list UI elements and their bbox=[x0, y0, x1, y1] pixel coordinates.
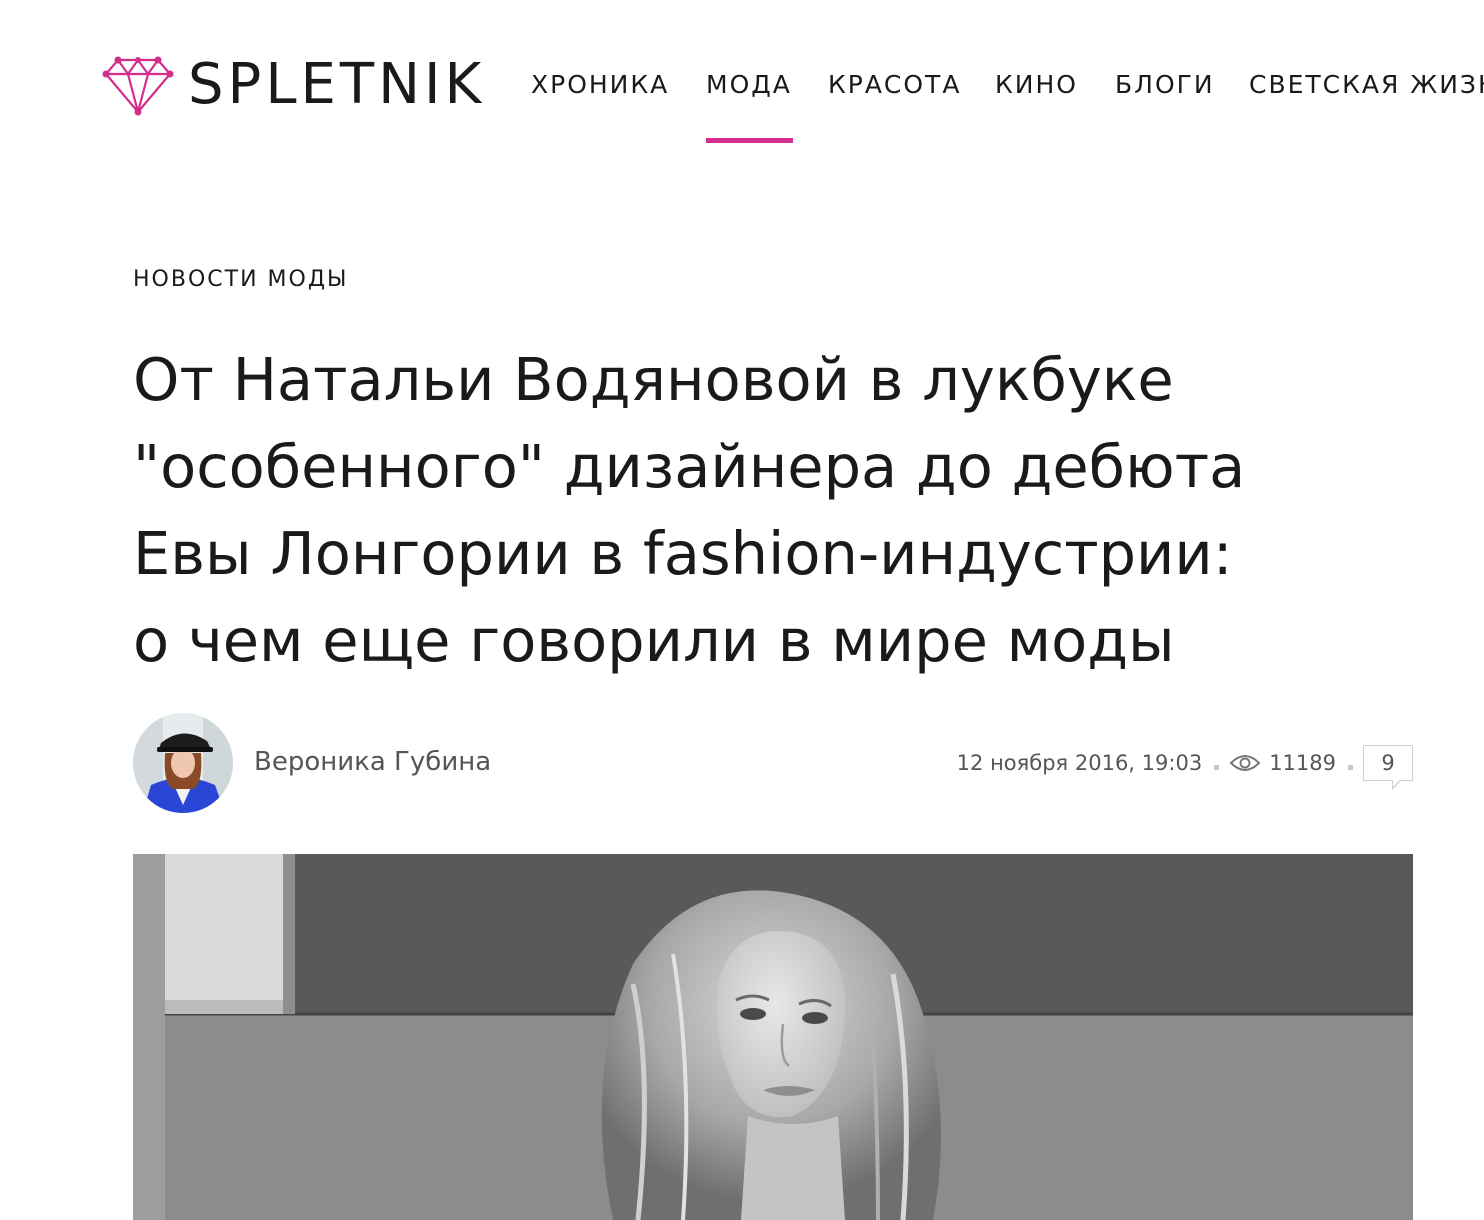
meta-separator bbox=[1348, 765, 1353, 770]
nav-item-blogs[interactable]: БЛОГИ bbox=[1115, 68, 1215, 102]
diamond-logo-icon bbox=[102, 56, 174, 116]
comment-count-badge[interactable]: 9 bbox=[1363, 745, 1413, 790]
nav-item-beauty[interactable]: КРАСОТА bbox=[828, 68, 961, 102]
nav-item-fashion[interactable]: МОДА bbox=[706, 68, 792, 102]
nav-item-cinema[interactable]: КИНО bbox=[995, 68, 1078, 102]
article-title-line: о чем еще говорили в мире моды bbox=[133, 606, 1175, 675]
article-title-line: Евы Лонгории в fashion-индустрии: bbox=[133, 519, 1233, 588]
site-header: SPLETNIK ХРОНИКА МОДА КРАСОТА КИНО БЛОГИ… bbox=[0, 0, 1484, 150]
comment-count: 9 bbox=[1381, 751, 1395, 775]
author-avatar[interactable] bbox=[133, 713, 233, 813]
comment-bubble-icon bbox=[1392, 779, 1402, 790]
logo-wordmark: SPLETNIK bbox=[188, 52, 486, 117]
site-logo[interactable]: SPLETNIK bbox=[100, 52, 485, 118]
article-title: От Натальи Водяновой в лукбуке "особенно… bbox=[133, 336, 1433, 684]
article-hero-image bbox=[133, 854, 1413, 1220]
article-meta: 12 ноября 2016, 19:03 11189 9 bbox=[957, 745, 1413, 795]
nav-item-social-life[interactable]: СВЕТСКАЯ ЖИЗНЬ bbox=[1249, 68, 1484, 102]
hero-photo bbox=[133, 854, 1413, 1220]
article-category[interactable]: НОВОСТИ МОДЫ bbox=[133, 266, 348, 294]
article-title-line: "особенного" дизайнера до дебюта bbox=[133, 432, 1246, 501]
avatar-image bbox=[133, 713, 233, 813]
view-count: 11189 bbox=[1269, 751, 1336, 775]
eye-icon bbox=[1229, 755, 1261, 771]
active-nav-indicator bbox=[706, 138, 793, 143]
publish-date: 12 ноября 2016, 19:03 bbox=[956, 751, 1203, 775]
article-title-line: От Натальи Водяновой в лукбуке bbox=[133, 345, 1174, 414]
nav-item-chronicle[interactable]: ХРОНИКА bbox=[531, 68, 669, 102]
author-name[interactable]: Вероника Губина bbox=[254, 744, 491, 780]
meta-separator bbox=[1214, 765, 1220, 770]
